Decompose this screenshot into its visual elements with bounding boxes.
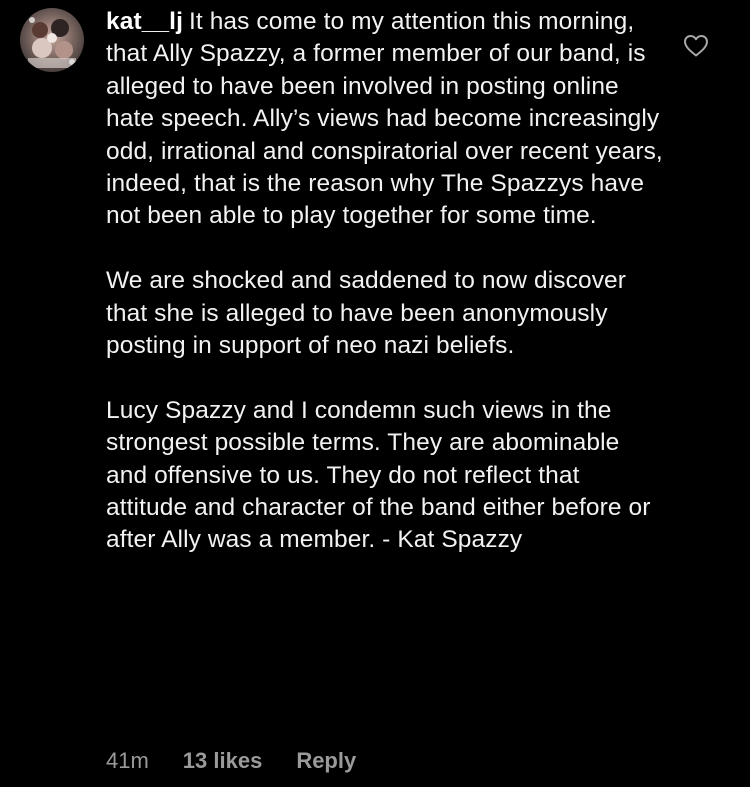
- comment-paragraph-3: Lucy Spazzy and I condemn such views in …: [106, 395, 666, 557]
- avatar-image: [20, 8, 84, 72]
- comment-paragraph-text: We are shocked and saddened to now disco…: [106, 267, 627, 360]
- avatar[interactable]: [20, 8, 84, 72]
- comment-body: kat__lj It has come to my attention this …: [106, 6, 666, 557]
- comment-paragraph-text: Lucy Spazzy and I condemn such views in …: [106, 396, 651, 554]
- comment-footer: 41m 13 likes Reply: [106, 746, 356, 776]
- comment-timestamp: 41m: [106, 748, 149, 773]
- likes-count-link[interactable]: 13 likes: [183, 748, 263, 774]
- comment-paragraph-text: It has come to my attention this morning…: [106, 8, 663, 230]
- comment: kat__lj It has come to my attention this …: [0, 0, 750, 787]
- comment-paragraph-2: We are shocked and saddened to now disco…: [106, 265, 666, 362]
- comment-username[interactable]: kat__lj: [106, 8, 183, 35]
- reply-button[interactable]: Reply: [296, 748, 356, 774]
- heart-outline-icon[interactable]: [683, 34, 709, 58]
- comment-paragraph-1: kat__lj It has come to my attention this …: [106, 6, 666, 233]
